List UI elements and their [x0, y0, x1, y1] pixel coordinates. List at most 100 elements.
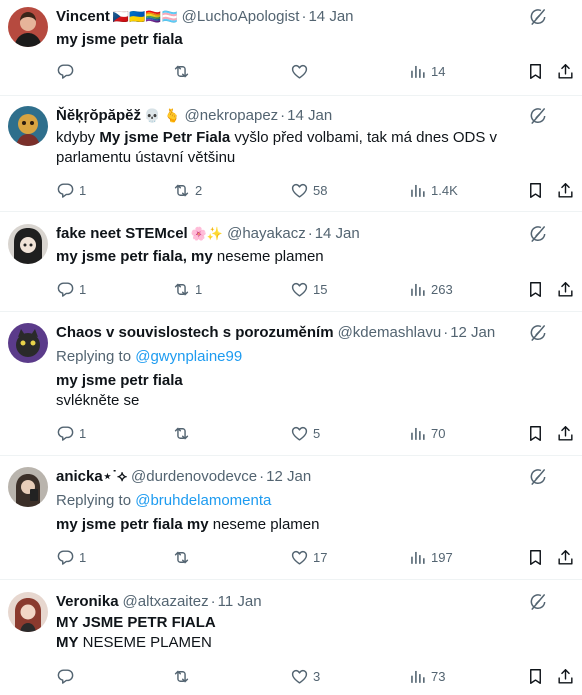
reply-mention-link[interactable]: @bruhdelamomenta	[135, 492, 271, 509]
user-handle[interactable]: @hayakacz	[227, 225, 306, 242]
like-button[interactable]: 17	[290, 546, 327, 568]
reply-mention-link[interactable]: @gwynplaine99	[135, 348, 242, 365]
replying-to-label: Replying to	[56, 348, 132, 365]
grok-icon[interactable]	[528, 467, 548, 487]
grok-icon[interactable]	[528, 106, 548, 126]
share-button[interactable]	[556, 179, 575, 201]
retweet-icon	[172, 280, 191, 299]
bookmark-button[interactable]	[526, 665, 545, 687]
reply-count: 1	[79, 281, 87, 297]
bookmark-button[interactable]	[526, 546, 545, 568]
user-handle[interactable]: @kdemashlavu	[338, 324, 442, 341]
tweet[interactable]: Ňĕķŗŏpăpĕž 💀 🫰 @nekropapez · 14 Jan kdyby My…	[0, 96, 582, 212]
bookmark-button[interactable]	[526, 60, 545, 82]
reply-button[interactable]	[56, 60, 79, 82]
views-icon	[408, 62, 427, 81]
grok-icon[interactable]	[528, 224, 548, 244]
separator: ·	[443, 324, 449, 341]
tweet-actions: 1 1 15 263	[48, 278, 574, 300]
user-handle[interactable]: @durdenovodevce	[131, 468, 257, 485]
tweet-text-line2: svlékněte se	[56, 392, 140, 409]
tweet-actions: 14	[48, 60, 574, 82]
avatar[interactable]	[8, 323, 48, 363]
retweet-icon	[172, 667, 191, 686]
tweet[interactable]: Veronika @altxazaitez · 11 Jan MY JSME PETR…	[0, 580, 582, 695]
reply-icon	[56, 424, 75, 443]
share-button[interactable]	[556, 278, 575, 300]
retweet-button[interactable]	[172, 60, 195, 82]
user-handle[interactable]: @altxazaitez	[123, 593, 209, 610]
avatar[interactable]	[8, 106, 48, 146]
tweet-date[interactable]: 12 Jan	[266, 468, 311, 485]
avatar[interactable]	[8, 467, 48, 507]
tweet[interactable]: Chaos v souvislostech s porozuměním @kdem…	[0, 312, 582, 456]
tweet-feed: Vincent 🇨🇿🇺🇦🏳️‍🌈🏳️‍⚧️ @LuchoApologist · 14 J…	[0, 0, 582, 695]
separator: ·	[280, 107, 286, 124]
display-name[interactable]: Vincent	[56, 8, 110, 25]
like-button[interactable]: 58	[290, 179, 327, 201]
grok-icon[interactable]	[528, 7, 548, 27]
retweet-button[interactable]: 2	[172, 179, 202, 201]
reply-button[interactable]: 1	[56, 546, 86, 568]
tweet-header: anicka⋆˙⟡ @durdenovodevce · 12 Jan	[56, 467, 311, 487]
views-button[interactable]: 197	[408, 546, 453, 568]
avatar[interactable]	[8, 592, 48, 632]
like-icon	[290, 181, 309, 200]
bookmark-button[interactable]	[526, 179, 545, 201]
avatar[interactable]	[8, 224, 48, 264]
tweet[interactable]: fake neet STEMcel 🌸✨ @hayakacz · 14 Jan my j…	[0, 212, 582, 312]
tweet-text-bold: my jsme petr fiala my	[56, 516, 209, 533]
reply-button[interactable]: 1	[56, 422, 86, 444]
user-handle[interactable]: @nekropapez	[185, 107, 279, 124]
retweet-count: 2	[195, 182, 203, 198]
tweet-text-plain: neseme plamen	[208, 516, 320, 533]
display-name[interactable]: Ňĕķŗŏpăpĕž	[56, 107, 141, 124]
share-button[interactable]	[556, 422, 575, 444]
display-name[interactable]: Veronika	[56, 593, 119, 610]
retweet-icon	[172, 181, 191, 200]
tweet-text: my jsme petr fiala my neseme plamen	[56, 515, 562, 535]
tweet[interactable]: Vincent 🇨🇿🇺🇦🏳️‍🌈🏳️‍⚧️ @LuchoApologist · 14 J…	[0, 0, 582, 96]
views-icon	[408, 667, 427, 686]
views-button[interactable]: 73	[408, 665, 445, 687]
like-button[interactable]: 15	[290, 278, 327, 300]
tweet-date[interactable]: 12 Jan	[450, 324, 495, 341]
retweet-button[interactable]: 1	[172, 278, 202, 300]
reply-button[interactable]: 1	[56, 278, 86, 300]
like-button[interactable]	[290, 60, 313, 82]
tweet-date[interactable]: 14 Jan	[308, 8, 353, 25]
tweet-header: Veronika @altxazaitez · 11 Jan	[56, 592, 262, 612]
share-button[interactable]	[556, 60, 575, 82]
like-button[interactable]: 5	[290, 422, 320, 444]
views-button[interactable]: 263	[408, 278, 453, 300]
tweet-actions: 1 5 70	[48, 422, 574, 444]
bookmark-button[interactable]	[526, 278, 545, 300]
grok-icon[interactable]	[528, 323, 548, 343]
display-name[interactable]: anicka⋆˙⟡	[56, 468, 127, 485]
share-button[interactable]	[556, 665, 575, 687]
tweet[interactable]: anicka⋆˙⟡ @durdenovodevce · 12 Jan Replying…	[0, 456, 582, 580]
user-handle[interactable]: @LuchoApologist	[182, 8, 300, 25]
display-name[interactable]: Chaos v souvislostech s porozuměním	[56, 324, 334, 341]
tweet-date[interactable]: 14 Jan	[287, 107, 332, 124]
views-button[interactable]: 14	[408, 60, 445, 82]
retweet-icon	[172, 62, 191, 81]
retweet-button[interactable]	[172, 546, 195, 568]
retweet-button[interactable]	[172, 422, 195, 444]
bookmark-button[interactable]	[526, 422, 545, 444]
separator: ·	[307, 225, 313, 242]
views-button[interactable]: 70	[408, 422, 445, 444]
reply-button[interactable]	[56, 665, 79, 687]
like-button[interactable]: 3	[290, 665, 320, 687]
tweet-text-bold: my jsme petr fiala	[56, 372, 183, 389]
retweet-button[interactable]	[172, 665, 195, 687]
tweet-date[interactable]: 14 Jan	[315, 225, 360, 242]
reply-button[interactable]: 1	[56, 179, 86, 201]
tweet-date[interactable]: 11 Jan	[218, 593, 262, 610]
display-name[interactable]: fake neet STEMcel	[56, 225, 188, 242]
avatar[interactable]	[8, 7, 48, 47]
share-button[interactable]	[556, 546, 575, 568]
grok-icon[interactable]	[528, 592, 548, 612]
retweet-count: 1	[195, 281, 203, 297]
views-button[interactable]: 1.4K	[408, 179, 458, 201]
